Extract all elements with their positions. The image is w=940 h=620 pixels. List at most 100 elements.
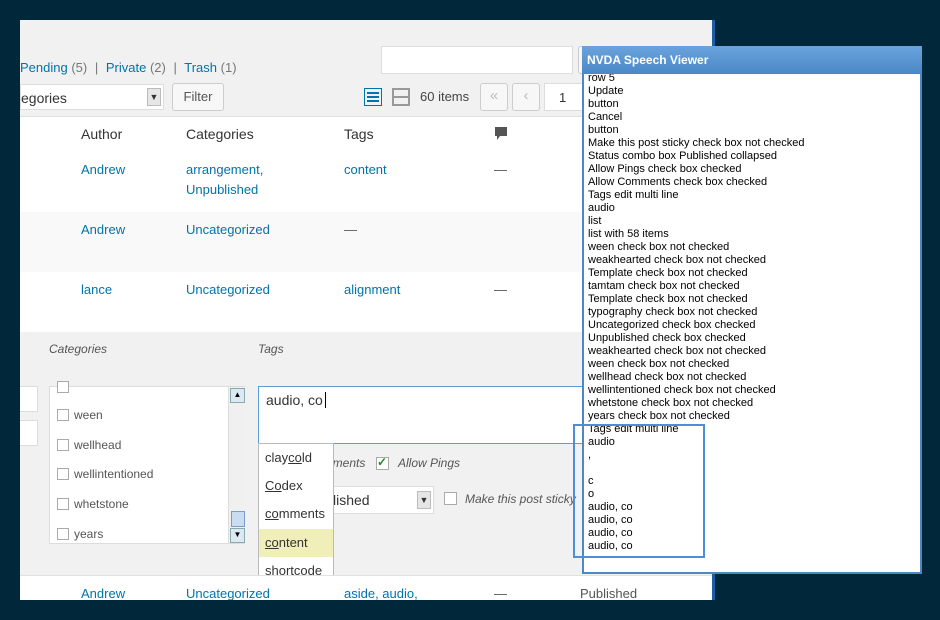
- scroll-thumb[interactable]: [231, 511, 245, 527]
- speech-line: Cancel: [588, 111, 623, 123]
- separator: |: [94, 60, 99, 75]
- category-label: years: [74, 527, 104, 541]
- nvda-title-bar[interactable]: NVDA Speech Viewer: [582, 46, 922, 74]
- speech-line: Template check box not checked: [588, 267, 748, 279]
- speech-line: ween check box not checked: [588, 241, 730, 253]
- text-cursor: [325, 392, 326, 408]
- tag-suggestions-list: claycold Codex comments content shortcod…: [258, 443, 334, 586]
- category-checkbox-years[interactable]: [57, 528, 69, 540]
- category-checkbox-whetstone[interactable]: [57, 498, 69, 510]
- chevron-down-icon: ▼: [417, 491, 431, 509]
- category-checklist[interactable]: ween wellhead wellintentioned whetstone …: [49, 381, 245, 544]
- tags-empty: —: [344, 222, 357, 237]
- category-checkbox-wellhead[interactable]: [57, 439, 69, 451]
- author-link[interactable]: lance: [81, 282, 112, 297]
- category-link[interactable]: Uncategorized: [186, 586, 270, 600]
- speech-line: Allow Pings check box checked: [588, 163, 742, 175]
- date-input[interactable]: [20, 386, 38, 412]
- speech-line: Uncategorized check box checked: [588, 319, 756, 331]
- status-links: Pending (5) | Private (2) | Trash (1): [20, 60, 237, 75]
- search-input[interactable]: [381, 46, 573, 74]
- category-checkbox[interactable]: [57, 381, 69, 393]
- category-label: wellhead: [74, 438, 122, 452]
- category-link[interactable]: Uncategorized: [186, 222, 270, 237]
- suggestion-text: comments: [265, 506, 325, 521]
- author-link[interactable]: Andrew: [81, 162, 125, 177]
- checklist-scrollbar[interactable]: ▲ ▼: [228, 387, 245, 543]
- excerpt-view-icon[interactable]: [392, 88, 410, 106]
- status-link-trash[interactable]: Trash: [184, 60, 217, 75]
- suggestion-item[interactable]: claycold: [259, 444, 333, 472]
- tag-link[interactable]: content: [344, 162, 387, 177]
- speech-line: Unpublished check box checked: [588, 332, 746, 344]
- scroll-down-arrow-icon[interactable]: ▼: [230, 528, 245, 543]
- check-icon: ✓: [377, 455, 388, 469]
- sticky-checkbox[interactable]: [444, 492, 457, 505]
- items-count: 60 items: [420, 89, 470, 104]
- speech-line: weakhearted check box not checked: [588, 254, 766, 266]
- author-column-header[interactable]: Author: [81, 126, 122, 142]
- suggestion-item-selected[interactable]: content: [259, 529, 333, 557]
- tags-column-header[interactable]: Tags: [344, 126, 374, 142]
- first-page-button[interactable]: «: [480, 83, 508, 111]
- status-link-private[interactable]: Private: [106, 60, 146, 75]
- speech-line: audio: [588, 202, 615, 214]
- category-link[interactable]: Uncategorized: [186, 282, 270, 297]
- speech-line: Status combo box Published collapsed: [588, 150, 777, 162]
- comments-count: —: [494, 282, 507, 297]
- private-count: (2): [149, 60, 166, 75]
- speech-line: weakhearted check box not checked: [588, 345, 766, 357]
- speech-line: whetstone check box not checked: [588, 397, 754, 409]
- pending-count: (5): [71, 60, 88, 75]
- category-link[interactable]: Unpublished: [186, 182, 258, 197]
- sticky-label: Make this post sticky: [465, 492, 576, 506]
- table-row: Andrew Uncategorized aside, audio, — Pub…: [20, 575, 714, 600]
- current-page-input[interactable]: 1: [544, 83, 584, 111]
- tag-link[interactable]: aside, audio,: [344, 586, 418, 600]
- list-view-icon[interactable]: [363, 87, 383, 107]
- prev-page-button[interactable]: ‹: [512, 83, 540, 111]
- comments-count: —: [494, 586, 507, 600]
- tags-label: Tags: [258, 342, 284, 356]
- suggestion-text: claycold: [265, 450, 312, 465]
- status-link-pending[interactable]: Pending: [20, 60, 68, 75]
- scroll-up-arrow-icon[interactable]: ▲: [230, 388, 245, 403]
- speech-line: Update: [588, 85, 624, 97]
- speech-line: years check box not checked: [588, 410, 730, 422]
- category-link[interactable]: arrangement,: [186, 162, 263, 177]
- speech-line: Allow Comments check box checked: [588, 176, 768, 188]
- category-checkbox-ween[interactable]: [57, 409, 69, 421]
- speech-line: list with 58 items: [588, 228, 669, 240]
- allow-pings-checkbox[interactable]: ✓: [376, 455, 389, 470]
- speech-line: row 5: [588, 74, 615, 84]
- speech-line: button: [588, 124, 619, 136]
- author-link[interactable]: Andrew: [81, 586, 125, 600]
- status-dropdown[interactable]: lished ▼: [326, 486, 434, 514]
- tags-textarea-value: audio, co: [266, 392, 323, 408]
- trash-count: (1): [220, 60, 237, 75]
- category-checkbox-wellintentioned[interactable]: [57, 468, 69, 480]
- speech-line: button: [588, 98, 619, 110]
- speech-line: typography check box not checked: [588, 306, 758, 318]
- category-dropdown[interactable]: egories ▼: [20, 84, 164, 110]
- highlight-box: [573, 424, 705, 558]
- comment-bubble-icon[interactable]: [494, 126, 508, 140]
- author-link[interactable]: Andrew: [81, 222, 125, 237]
- tag-link[interactable]: alignment: [344, 282, 400, 297]
- speech-line: tamtam check box not checked: [588, 280, 740, 292]
- speech-line: list: [588, 215, 602, 227]
- tags-textarea[interactable]: audio, co: [258, 386, 603, 444]
- category-label: wellintentioned: [74, 467, 154, 481]
- suggestion-item[interactable]: Codex: [259, 472, 333, 500]
- separator: |: [173, 60, 177, 75]
- suggestion-item[interactable]: comments: [259, 500, 333, 528]
- time-input[interactable]: [20, 420, 38, 446]
- nvda-title: NVDA Speech Viewer: [587, 53, 709, 67]
- suggestion-text: Codex: [265, 478, 303, 493]
- suggestion-text: content: [265, 535, 308, 550]
- allow-pings-label: Allow Pings: [398, 456, 461, 470]
- comments-count: —: [494, 162, 507, 177]
- filter-button[interactable]: Filter: [172, 83, 224, 111]
- speech-line: wellintentioned check box not checked: [588, 384, 776, 396]
- categories-column-header[interactable]: Categories: [186, 126, 254, 142]
